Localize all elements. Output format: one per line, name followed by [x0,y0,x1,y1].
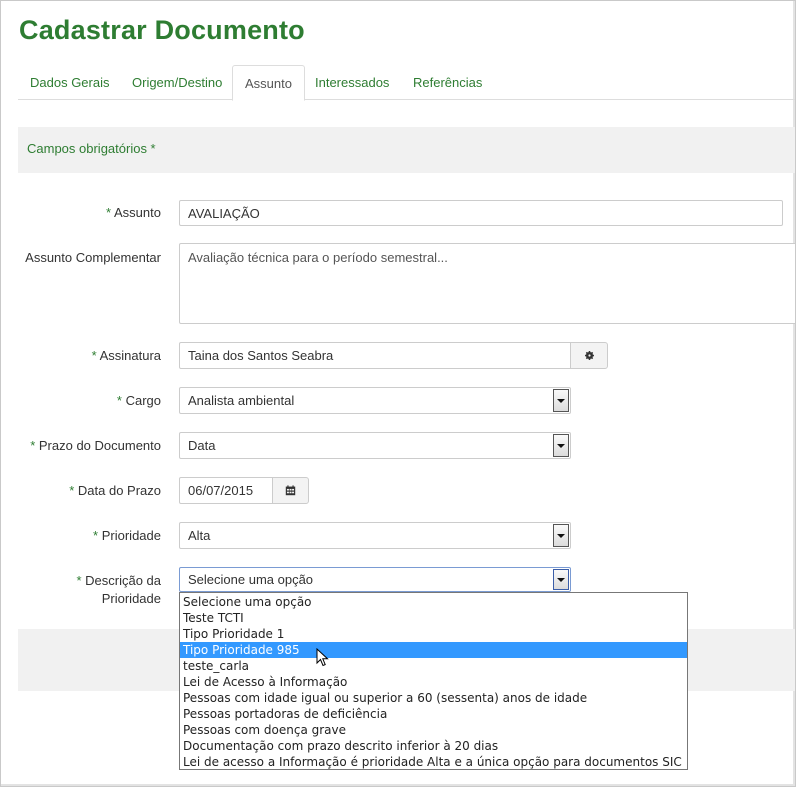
chevron-down-icon[interactable] [553,389,569,412]
required-fields-note: Campos obrigatórios * [18,127,795,173]
dropdown-option-highlighted[interactable]: Tipo Prioridade 985 [180,642,687,658]
calendar-icon [285,485,296,496]
dropdown-option[interactable]: Tipo Prioridade 1 [180,626,687,642]
descricao-prioridade-dropdown: Selecione uma opção Teste TCTI Tipo Prio… [179,592,688,770]
dropdown-option[interactable]: Lei de acesso a Informação é prioridade … [180,754,687,770]
prioridade-label: * Prioridade [93,528,161,543]
chevron-down-icon[interactable] [553,524,569,547]
descricao-prioridade-label: * Descrição da Prioridade [76,573,161,606]
date-picker-button[interactable] [272,477,309,504]
descricao-prioridade-select-value: Selecione uma opção [188,572,314,587]
dropdown-option[interactable]: Pessoas portadoras de deficiência [180,706,687,722]
prazo-documento-select-value: Data [188,438,216,453]
tab-interessados[interactable]: Interessados [303,65,401,100]
mouse-cursor-icon [316,648,329,667]
prazo-documento-label: * Prazo do Documento [30,438,161,453]
chevron-down-icon[interactable] [553,569,569,590]
dropdown-option[interactable]: Teste TCTI [180,610,687,626]
tab-dados-gerais[interactable]: Dados Gerais [18,65,121,100]
window-frame: Cadastrar Documento Dados Gerais Origem/… [0,0,796,787]
dropdown-option[interactable]: Pessoas com doença grave [180,722,687,738]
prazo-documento-select[interactable]: Data [179,432,571,459]
dropdown-option[interactable]: Documentação com prazo descrito inferior… [180,738,687,754]
data-prazo-input[interactable]: 06/07/2015 [179,477,273,504]
assunto-input[interactable]: AVALIAÇÃO [179,200,783,226]
assunto-complementar-label: Assunto Complementar [25,250,161,265]
dropdown-option[interactable]: Selecione uma opção [180,594,687,610]
assinatura-input[interactable]: Taina dos Santos Seabra [179,342,571,369]
tab-assunto[interactable]: Assunto [232,65,305,101]
descricao-prioridade-select[interactable]: Selecione uma opção [179,567,571,592]
assunto-complementar-textarea[interactable]: Avaliação técnica para o período semestr… [179,243,795,324]
tab-origem-destino[interactable]: Origem/Destino [120,65,234,100]
prioridade-select[interactable]: Alta [179,522,571,549]
page-title: Cadastrar Documento [19,15,305,45]
assunto-label: * Assunto [106,205,161,220]
tab-referencias[interactable]: Referências [401,65,494,100]
data-prazo-label: * Data do Prazo [69,483,161,498]
prioridade-select-value: Alta [188,528,211,543]
dropdown-option[interactable]: Pessoas com idade igual ou superior a 60… [180,690,687,706]
assinatura-label: * Assinatura [91,348,161,363]
dropdown-option[interactable]: Lei de Acesso à Informação [180,674,687,690]
cargo-select-value: Analista ambiental [188,393,295,408]
chevron-down-icon[interactable] [553,434,569,457]
cargo-label: * Cargo [116,393,161,408]
dropdown-option[interactable]: teste_carla [180,658,687,674]
assinatura-search-button[interactable] [570,342,608,369]
cargo-select[interactable]: Analista ambiental [179,387,571,414]
tab-bar: Dados Gerais Origem/Destino Assunto Inte… [18,65,795,101]
gear-icon [584,351,594,360]
